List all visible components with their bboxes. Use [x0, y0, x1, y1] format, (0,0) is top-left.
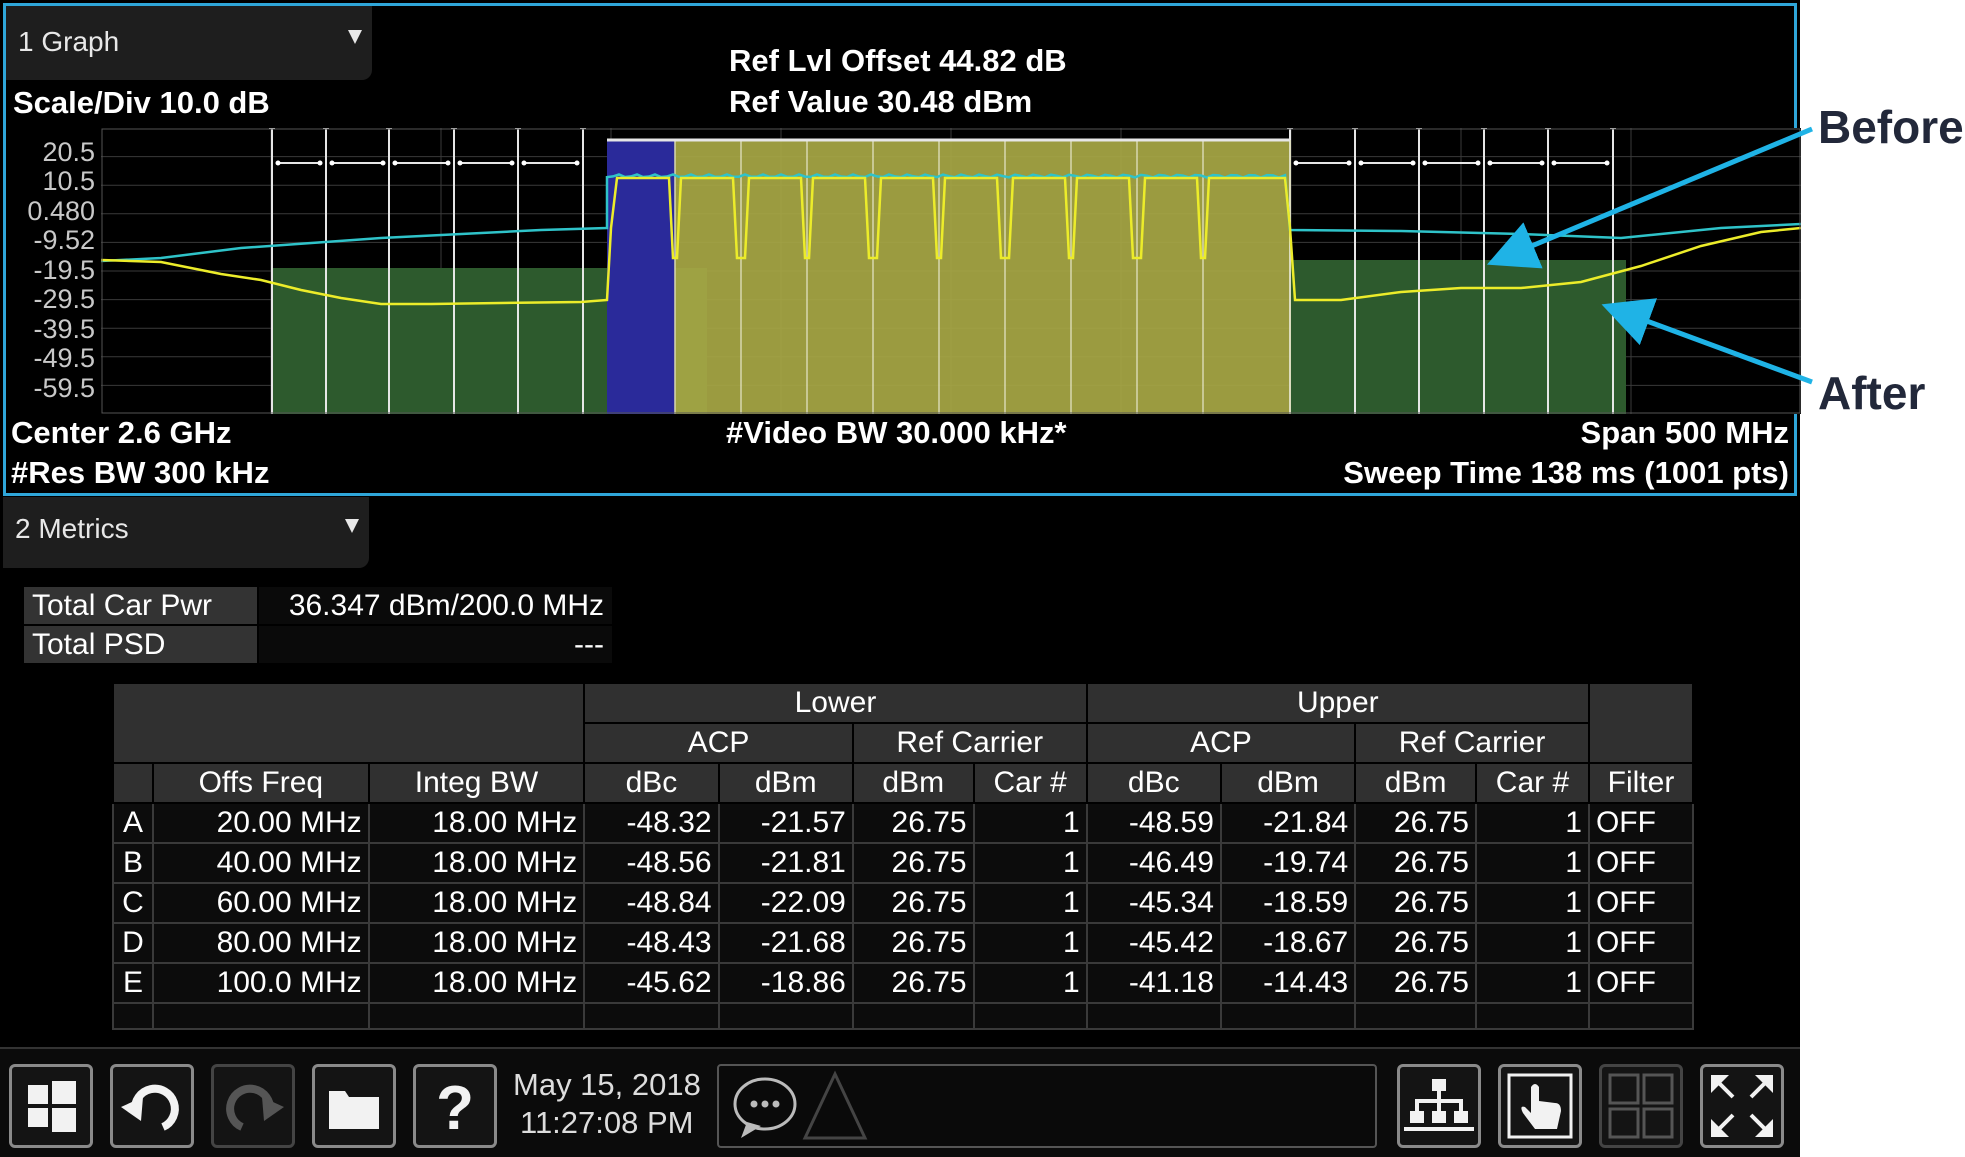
- before-annotation: Before: [1818, 101, 1964, 153]
- after-annotation: After: [1818, 367, 1926, 419]
- after-arrow: [1601, 298, 1813, 385]
- annotation-arrows: [1486, 126, 1813, 385]
- before-arrow: [1486, 126, 1813, 269]
